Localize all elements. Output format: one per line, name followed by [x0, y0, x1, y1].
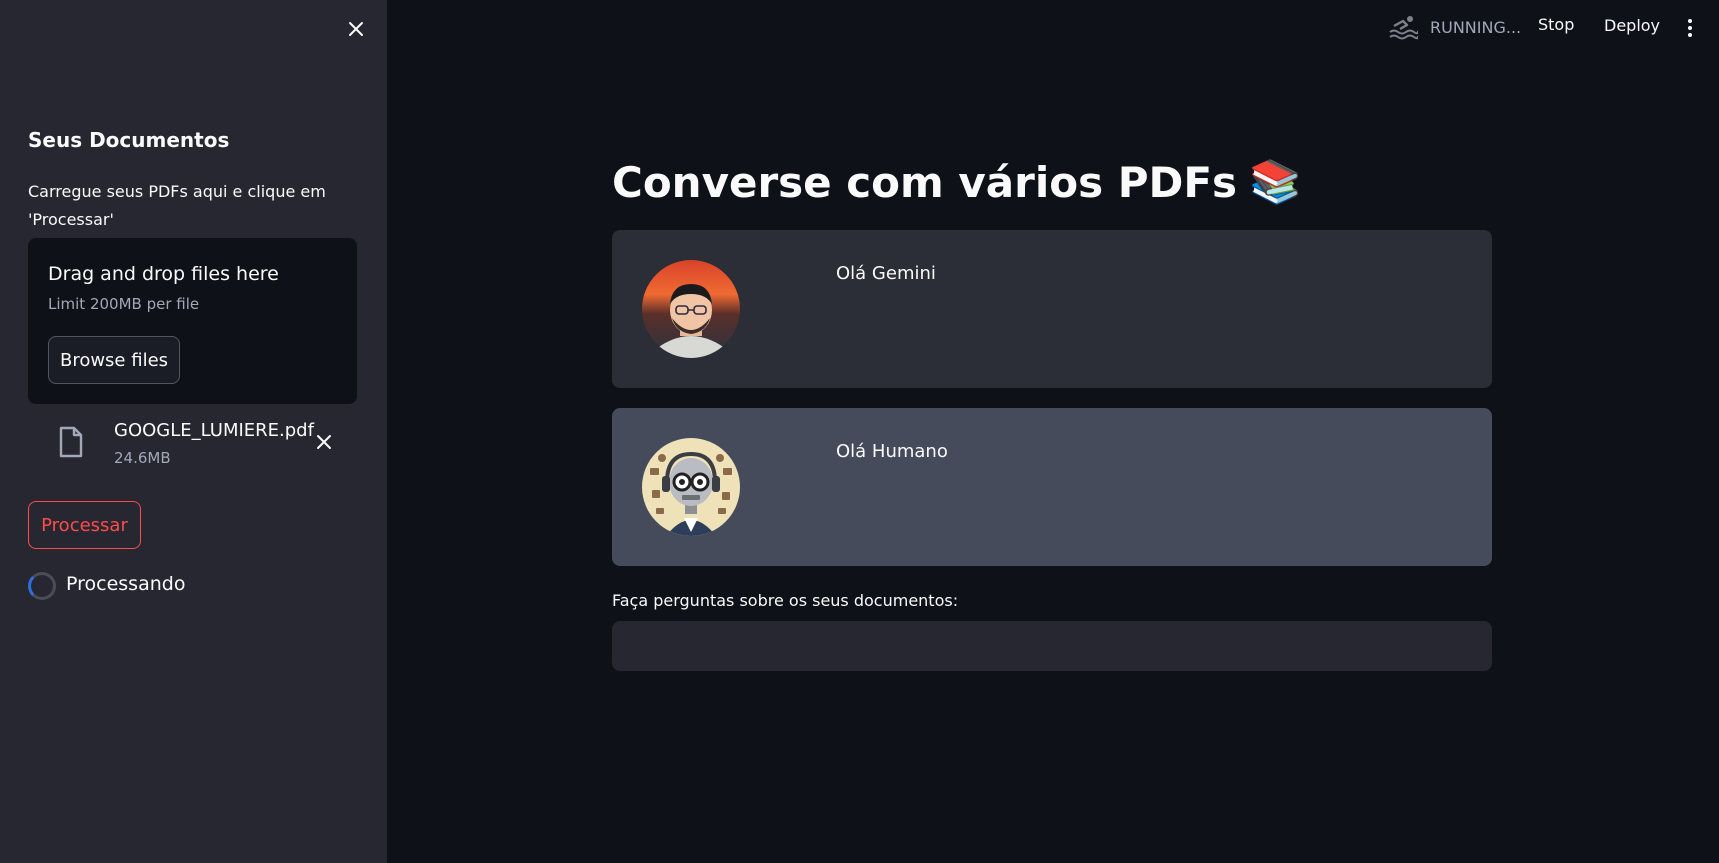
remove-file-button[interactable]	[312, 430, 336, 454]
chat-message-bot: Olá Humano	[612, 408, 1492, 566]
processar-button[interactable]: Processar	[28, 501, 141, 549]
sidebar: Seus Documentos Carregue seus PDFs aqui …	[0, 0, 387, 863]
running-status: RUNNING...	[1388, 14, 1521, 40]
close-icon	[317, 435, 331, 449]
dropzone-limit: Limit 200MB per file	[48, 295, 200, 313]
page-title: Converse com vários PDFs 📚	[612, 157, 1301, 207]
user-avatar	[642, 260, 740, 358]
menu-dot	[1688, 26, 1692, 30]
file-icon	[58, 426, 84, 462]
running-status-text: RUNNING...	[1430, 17, 1522, 37]
loading-spinner-icon	[28, 572, 56, 600]
question-label: Faça perguntas sobre os seus documentos:	[612, 591, 959, 610]
close-icon	[349, 22, 363, 36]
stop-button[interactable]: Stop	[1538, 15, 1574, 34]
swimmer-icon	[1389, 16, 1418, 40]
processing-label: Processando	[66, 573, 186, 595]
page-title-text: Converse com vários PDFs	[612, 157, 1238, 207]
uploaded-file-name: GOOGLE_LUMIERE.pdf	[114, 420, 314, 441]
sidebar-close-button[interactable]	[343, 16, 369, 42]
app: Seus Documentos Carregue seus PDFs aqui …	[0, 0, 1719, 863]
file-dropzone[interactable]: Drag and drop files here Limit 200MB per…	[28, 238, 357, 404]
sidebar-description: Carregue seus PDFs aqui e clique em 'Pro…	[28, 182, 326, 229]
books-icon: 📚	[1249, 157, 1302, 206]
browse-files-button[interactable]: Browse files	[48, 336, 180, 384]
bot-avatar	[642, 438, 740, 536]
menu-dot	[1688, 33, 1692, 37]
message-text: Olá Gemini	[836, 263, 936, 284]
sidebar-title: Seus Documentos	[28, 128, 230, 152]
message-text: Olá Humano	[836, 441, 948, 462]
question-input[interactable]	[612, 621, 1492, 671]
chat-message-user: Olá Gemini	[612, 230, 1492, 388]
main-menu-button[interactable]	[1682, 16, 1698, 40]
menu-dot	[1688, 19, 1692, 23]
deploy-button[interactable]: Deploy	[1604, 16, 1660, 35]
dropzone-title: Drag and drop files here	[48, 263, 279, 285]
uploaded-file-size: 24.6MB	[114, 449, 171, 467]
